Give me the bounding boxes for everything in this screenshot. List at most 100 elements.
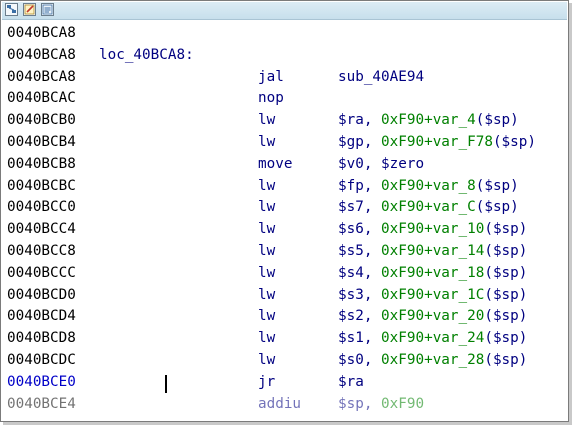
operand-offset: 0xF90+var_8 bbox=[381, 177, 476, 194]
listing-line[interactable]: 0040BCC0 lw $s7, 0xF90+var_C($sp) bbox=[5, 197, 567, 219]
listing-line[interactable]: 0040BCD4 lw $s2, 0xF90+var_20($sp) bbox=[5, 306, 567, 328]
line-address: 0040BCC8 bbox=[7, 242, 76, 259]
instruction-mnemonic: jr bbox=[258, 373, 276, 390]
line-address: 0040BCA8 bbox=[7, 46, 76, 63]
listing-line[interactable]: 0040BCE4 addiu $sp, 0xF90 bbox=[5, 394, 567, 416]
instruction-operands[interactable]: $v0, $zero bbox=[338, 154, 424, 176]
operand-register: $sp, bbox=[338, 395, 382, 412]
instruction-mnemonic: move bbox=[258, 155, 293, 172]
instruction-mnemonic: addiu bbox=[258, 395, 302, 412]
line-address: 0040BCD0 bbox=[7, 286, 76, 303]
operand-register: $v0, $zero bbox=[338, 155, 425, 172]
instruction-mnemonic: lw bbox=[258, 351, 276, 368]
edit-icon[interactable] bbox=[23, 3, 36, 16]
operand-register: $gp, bbox=[338, 133, 382, 150]
operand-offset: 0xF90+var_F78 bbox=[381, 133, 493, 150]
code-label[interactable]: loc_40BCA8: bbox=[99, 45, 194, 67]
operand-register: ($sp) bbox=[484, 242, 528, 259]
instruction-operands[interactable]: $s0, 0xF90+var_28($sp) bbox=[338, 350, 527, 372]
instruction-mnemonic: lw bbox=[258, 330, 276, 347]
operand-register: ($sp) bbox=[484, 221, 528, 238]
listing-line[interactable]: 0040BCAC nop bbox=[5, 88, 567, 110]
line-address: 0040BCB0 bbox=[7, 112, 76, 129]
line-address: 0040BCE0 bbox=[7, 373, 76, 390]
instruction-operands[interactable]: $s2, 0xF90+var_20($sp) bbox=[338, 306, 527, 328]
operand-offset: 0xF90+var_4 bbox=[381, 112, 476, 129]
operand-offset: 0xF90+var_20 bbox=[381, 308, 485, 325]
instruction-mnemonic: nop bbox=[258, 90, 284, 107]
line-address: 0040BCE4 bbox=[7, 395, 76, 412]
operand-offset: 0xF90 bbox=[381, 395, 425, 412]
operand-offset: 0xF90+var_28 bbox=[381, 351, 485, 368]
instruction-operands[interactable]: $s5, 0xF90+var_14($sp) bbox=[338, 241, 527, 263]
instruction-operands[interactable]: $s6, 0xF90+var_10($sp) bbox=[338, 219, 527, 241]
line-address: 0040BCCC bbox=[7, 264, 76, 281]
disassembly-window: 0040BCA8 0040BCA8 loc_40BCA8: 0040BCA8 jal su… bbox=[0, 0, 569, 422]
line-address: 0040BCD8 bbox=[7, 330, 76, 347]
operand-offset: 0xF90+var_18 bbox=[381, 264, 485, 281]
operand-register: $s3, bbox=[338, 286, 382, 303]
line-address: 0040BCBC bbox=[7, 177, 76, 194]
operand-register: ($sp) bbox=[475, 177, 519, 194]
instruction-mnemonic: lw bbox=[258, 242, 276, 259]
listing-line[interactable]: 0040BCB8 move $v0, $zero bbox=[5, 154, 567, 176]
operand-register: ($sp) bbox=[484, 286, 528, 303]
instruction-operands[interactable]: $ra, 0xF90+var_4($sp) bbox=[338, 110, 519, 132]
graph-view-icon[interactable] bbox=[5, 3, 18, 16]
instruction-mnemonic: jal bbox=[258, 68, 284, 85]
listing-line[interactable]: 0040BCC4 lw $s6, 0xF90+var_10($sp) bbox=[5, 219, 567, 241]
line-address: 0040BCDC bbox=[7, 351, 76, 368]
instruction-operands[interactable]: $s1, 0xF90+var_24($sp) bbox=[338, 328, 527, 350]
instruction-operands[interactable]: $fp, 0xF90+var_8($sp) bbox=[338, 176, 519, 198]
operand-register: $s5, bbox=[338, 242, 382, 259]
instruction-operands[interactable]: $s3, 0xF90+var_1C($sp) bbox=[338, 285, 527, 307]
listing-line[interactable]: 0040BCD0 lw $s3, 0xF90+var_1C($sp) bbox=[5, 285, 567, 307]
operand-offset: 0xF90+var_1C bbox=[381, 286, 485, 303]
operand-register: $ra bbox=[338, 373, 364, 390]
instruction-operands[interactable]: $s4, 0xF90+var_18($sp) bbox=[338, 263, 527, 285]
operand-register: sub_40AE94 bbox=[338, 68, 425, 85]
listing-line[interactable]: 0040BCA8 jal sub_40AE94 bbox=[5, 67, 567, 89]
disassembly-listing[interactable]: 0040BCA8 0040BCA8 loc_40BCA8: 0040BCA8 jal su… bbox=[5, 23, 567, 415]
listing-line[interactable]: 0040BCB0 lw $ra, 0xF90+var_4($sp) bbox=[5, 110, 567, 132]
text-cursor bbox=[165, 374, 167, 393]
operand-offset: 0xF90+var_14 bbox=[381, 242, 485, 259]
instruction-operands[interactable]: $sp, 0xF90 bbox=[338, 394, 424, 416]
operand-register: ($sp) bbox=[475, 112, 519, 129]
instruction-mnemonic: lw bbox=[258, 221, 276, 238]
operand-register: $s6, bbox=[338, 221, 382, 238]
listing-line[interactable]: 0040BCA8 bbox=[5, 23, 567, 45]
line-address: 0040BCB8 bbox=[7, 155, 76, 172]
instruction-operands[interactable]: $s7, 0xF90+var_C($sp) bbox=[338, 197, 519, 219]
operand-register: $s0, bbox=[338, 351, 382, 368]
instruction-mnemonic: lw bbox=[258, 133, 276, 150]
operand-offset: 0xF90+var_C bbox=[381, 199, 476, 216]
listing-line[interactable]: 0040BCA8 loc_40BCA8: bbox=[5, 45, 567, 67]
listing-line[interactable]: 0040BCDC lw $s0, 0xF90+var_28($sp) bbox=[5, 350, 567, 372]
line-address: 0040BCD4 bbox=[7, 308, 76, 325]
operand-offset: 0xF90+var_24 bbox=[381, 330, 485, 347]
operand-register: $fp, bbox=[338, 177, 382, 194]
instruction-operands[interactable]: sub_40AE94 bbox=[338, 67, 424, 89]
line-address: 0040BCA8 bbox=[7, 68, 76, 85]
line-address: 0040BCA8 bbox=[7, 25, 76, 41]
operand-register: ($sp) bbox=[484, 264, 528, 281]
listing-line[interactable]: 0040BCC8 lw $s5, 0xF90+var_14($sp) bbox=[5, 241, 567, 263]
instruction-operands[interactable]: $ra bbox=[338, 372, 364, 394]
instruction-operands[interactable]: $gp, 0xF90+var_F78($sp) bbox=[338, 132, 536, 154]
operand-register: ($sp) bbox=[484, 351, 528, 368]
operand-register: $ra, bbox=[338, 112, 382, 129]
listing-line[interactable]: 0040BCCC lw $s4, 0xF90+var_18($sp) bbox=[5, 263, 567, 285]
listing-line[interactable]: 0040BCD8 lw $s1, 0xF90+var_24($sp) bbox=[5, 328, 567, 350]
instruction-mnemonic: lw bbox=[258, 199, 276, 216]
operand-register: ($sp) bbox=[475, 199, 519, 216]
listing-line[interactable]: 0040BCE0 jr $ra bbox=[5, 372, 567, 394]
instruction-mnemonic: lw bbox=[258, 112, 276, 129]
instruction-mnemonic: lw bbox=[258, 308, 276, 325]
listing-line[interactable]: 0040BCBC lw $fp, 0xF90+var_8($sp) bbox=[5, 176, 567, 198]
instruction-mnemonic: lw bbox=[258, 177, 276, 194]
text-view-icon[interactable] bbox=[41, 3, 54, 16]
operand-register: $s4, bbox=[338, 264, 382, 281]
operand-register: $s2, bbox=[338, 308, 382, 325]
listing-line[interactable]: 0040BCB4 lw $gp, 0xF90+var_F78($sp) bbox=[5, 132, 567, 154]
